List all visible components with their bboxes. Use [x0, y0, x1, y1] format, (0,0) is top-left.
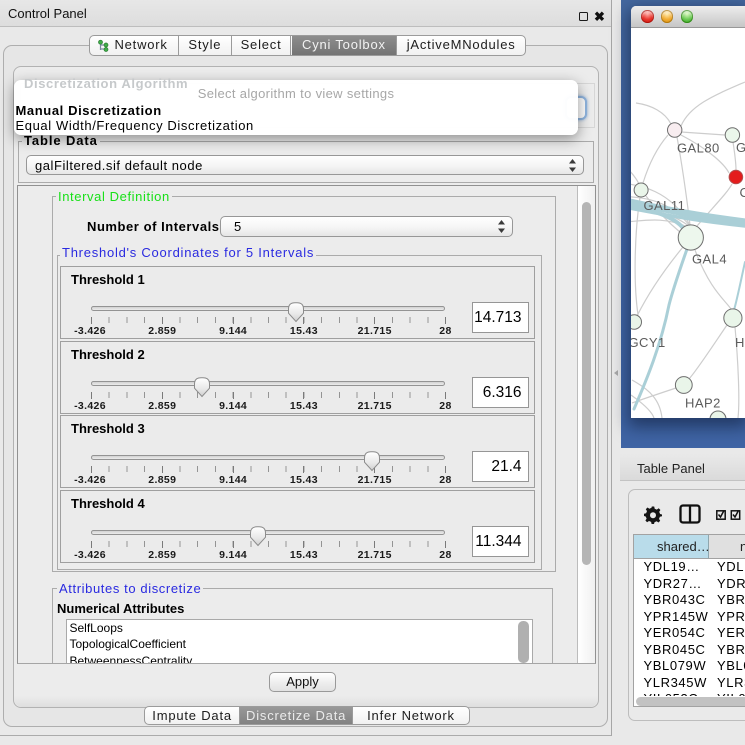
svg-text:H: H: [735, 335, 745, 350]
svg-text:GAL80: GAL80: [677, 140, 720, 155]
svg-text:G.: G.: [736, 140, 745, 155]
svg-text:GAL4: GAL4: [692, 252, 727, 267]
svg-text:HAP2: HAP2: [685, 396, 721, 411]
svg-text:GCY1: GCY1: [631, 335, 666, 350]
svg-text:C: C: [740, 185, 745, 200]
svg-text:GAL11: GAL11: [644, 198, 686, 213]
